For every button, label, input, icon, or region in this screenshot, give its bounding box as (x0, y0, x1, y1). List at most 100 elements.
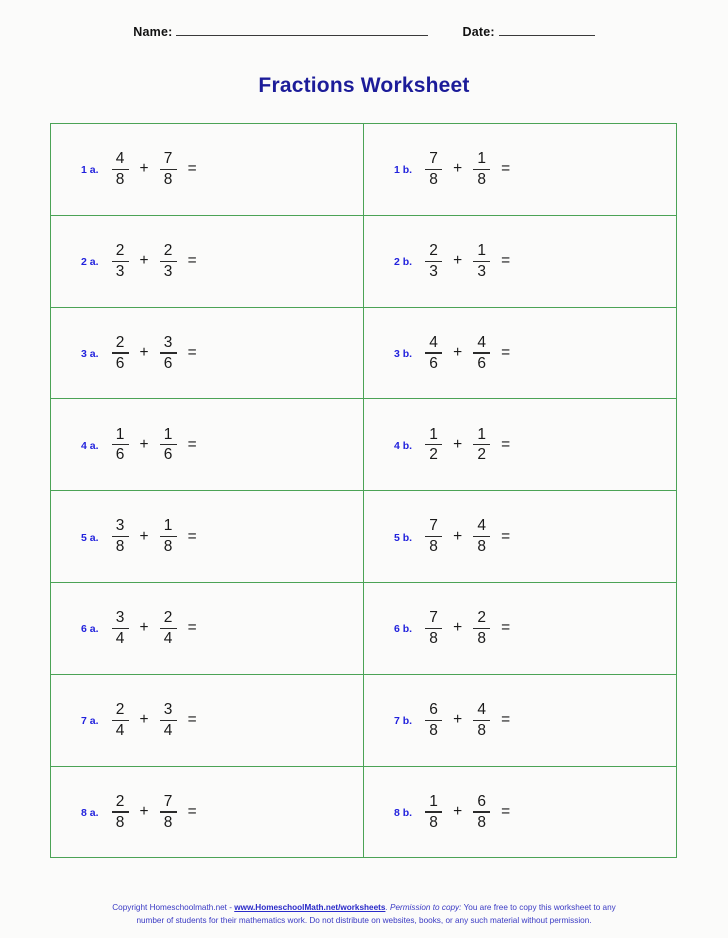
numerator: 1 (477, 242, 486, 260)
denominator: 8 (429, 813, 438, 831)
problem-cell-2b[interactable]: 2 b. 2 3 + 1 3 = (363, 214, 677, 308)
problem-cell-8a[interactable]: 8 a. 2 8 + 7 8 = (50, 765, 364, 859)
fraction-expression: 1 2 + 1 2 = (423, 427, 510, 463)
fraction-first: 1 8 (425, 794, 443, 831)
problems-table: 1 a. 4 8 + 7 8 = 1 b. 7 8 + 1 8 = 2 a. 2… (50, 123, 677, 859)
table-row: 6 a. 3 4 + 2 4 = 6 b. 7 8 + 2 8 = (50, 581, 677, 675)
problem-label: 3 a. (81, 347, 99, 360)
denominator: 6 (163, 354, 173, 372)
numerator: 3 (163, 701, 173, 719)
table-row: 1 a. 4 8 + 7 8 = 1 b. 7 8 + 1 8 = (50, 123, 677, 216)
numerator: 2 (115, 792, 125, 810)
denominator: 8 (163, 813, 173, 831)
fraction-second: 1 3 (473, 242, 491, 279)
numerator: 4 (477, 333, 486, 351)
fraction-first: 7 8 (425, 610, 443, 648)
problem-cell-4b[interactable]: 4 b. 1 2 + 1 2 = (363, 398, 677, 492)
footer-permission-label: . Permission to copy: (385, 903, 462, 912)
problem-cell-1b[interactable]: 1 b. 7 8 + 1 8 = (363, 123, 677, 216)
numerator: 3 (115, 517, 125, 535)
fraction-expression: 7 8 + 4 8 = (423, 518, 510, 554)
fraction-second: 6 8 (473, 794, 491, 830)
equals-sign: = (501, 619, 511, 637)
fraction-first: 2 6 (111, 335, 129, 372)
problem-label: 2 b. (394, 256, 413, 269)
fraction-first: 3 4 (111, 610, 129, 648)
problem-label: 3 b. (394, 347, 413, 360)
numerator: 7 (429, 150, 438, 168)
denominator: 6 (429, 354, 438, 372)
problem-cell-6a[interactable]: 6 a. 3 4 + 2 4 = (50, 581, 364, 675)
table-row: 8 a. 2 8 + 7 8 = 8 b. 1 8 + 6 8 = (50, 765, 677, 859)
problem-cell-5a[interactable]: 5 a. 3 8 + 1 8 = (50, 490, 364, 583)
problem-label: 7 a. (81, 715, 99, 728)
problem-cell-4a[interactable]: 4 a. 1 6 + 1 6 = (50, 398, 364, 492)
equals-sign: = (501, 160, 511, 178)
denominator: 8 (115, 813, 125, 831)
equals-sign: = (501, 711, 511, 729)
denominator: 8 (429, 630, 438, 648)
problem-cell-3b[interactable]: 3 b. 4 6 + 4 6 = (363, 306, 677, 400)
operator-plus: + (453, 527, 463, 545)
equals-sign: = (187, 802, 197, 820)
problem-cell-7b[interactable]: 7 b. 6 8 + 4 8 = (363, 673, 677, 767)
operator-plus: + (139, 435, 149, 453)
problem-label: 4 b. (394, 439, 413, 452)
fraction-second: 7 8 (159, 794, 177, 831)
footer-line-2: number of students for their mathematics… (136, 916, 592, 925)
problem-cell-3a[interactable]: 3 a. 2 6 + 3 6 = (50, 306, 364, 400)
equals-sign: = (501, 802, 511, 820)
problem-label: 6 b. (394, 623, 413, 636)
fraction-first: 1 6 (111, 427, 129, 463)
equals-sign: = (187, 711, 197, 729)
fraction-first: 2 8 (111, 792, 129, 831)
denominator: 6 (115, 354, 125, 372)
problem-label: 2 a. (81, 256, 99, 269)
fraction-second: 1 8 (473, 150, 491, 187)
problem-cell-8b[interactable]: 8 b. 1 8 + 6 8 = (363, 765, 677, 859)
fraction-first: 2 3 (425, 242, 443, 279)
problem-label: 1 b. (394, 164, 413, 177)
fraction-first: 4 6 (425, 335, 443, 372)
footer: Copyright Homeschoolmath.net - www.Homes… (0, 901, 728, 927)
numerator: 7 (429, 517, 438, 535)
table-row: 2 a. 2 3 + 2 3 = 2 b. 2 3 + 1 3 = (50, 214, 677, 308)
denominator: 4 (163, 721, 173, 739)
name-write-line[interactable] (176, 24, 429, 36)
problem-label: 8 b. (394, 806, 413, 819)
numerator: 1 (477, 150, 486, 168)
problem-cell-2a[interactable]: 2 a. 2 3 + 2 3 = (50, 214, 364, 308)
table-row: 7 a. 2 4 + 3 4 = 7 b. 6 8 + 4 8 = (50, 673, 677, 767)
operator-plus: + (453, 802, 463, 820)
numerator: 2 (163, 609, 173, 627)
problem-label: 5 b. (394, 531, 413, 544)
equals-sign: = (187, 435, 197, 453)
problem-cell-6b[interactable]: 6 b. 7 8 + 2 8 = (363, 581, 677, 675)
equals-sign: = (501, 343, 511, 361)
fraction-expression: 7 8 + 2 8 = (423, 610, 510, 646)
operator-plus: + (139, 527, 149, 545)
problem-label: 6 a. (81, 623, 99, 636)
date-write-line[interactable] (498, 24, 595, 36)
numerator: 1 (477, 425, 486, 443)
homeschoolmath-link[interactable]: www.HomeschoolMath.net/worksheets (234, 903, 385, 912)
fraction-second: 1 8 (159, 517, 177, 554)
numerator: 4 (115, 150, 125, 168)
numerator: 1 (163, 517, 173, 535)
numerator: 2 (477, 609, 486, 627)
problem-cell-7a[interactable]: 7 a. 2 4 + 3 4 = (50, 673, 364, 767)
fraction-second: 3 6 (159, 335, 177, 372)
fraction-expression: 3 4 + 2 4 = (110, 610, 197, 646)
fraction-second: 1 6 (159, 427, 177, 463)
denominator: 4 (115, 630, 125, 648)
operator-plus: + (139, 711, 149, 729)
equals-sign: = (187, 527, 197, 545)
problem-cell-5b[interactable]: 5 b. 7 8 + 4 8 = (363, 490, 677, 583)
table-row: 4 a. 1 6 + 1 6 = 4 b. 1 2 + 1 2 = (50, 398, 677, 492)
operator-plus: + (453, 252, 463, 270)
numerator: 2 (429, 242, 438, 260)
table-row: 3 a. 2 6 + 3 6 = 3 b. 4 6 + 4 6 = (50, 306, 677, 400)
fraction-expression: 7 8 + 1 8 = (423, 151, 510, 187)
problem-cell-1a[interactable]: 1 a. 4 8 + 7 8 = (50, 123, 364, 216)
table-row: 5 a. 3 8 + 1 8 = 5 b. 7 8 + 4 8 = (50, 490, 677, 583)
